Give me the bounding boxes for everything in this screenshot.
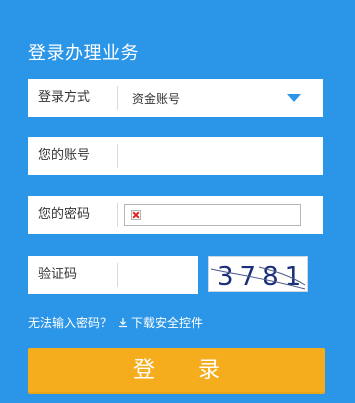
captcha-text: 3781 bbox=[217, 262, 307, 291]
page-title: 登录办理业务 bbox=[28, 43, 139, 64]
login-panel: 登录办理业务 登录方式 资金账号 您的账号 您的密码 验证码 3781 无法输入… bbox=[0, 0, 355, 403]
download-link-label: 下载安全控件 bbox=[131, 316, 204, 330]
account-label: 您的账号 bbox=[28, 144, 118, 168]
login-method-value: 资金账号 bbox=[132, 91, 181, 106]
password-label: 您的密码 bbox=[28, 203, 118, 227]
forgot-password-link[interactable]: 无法输入密码？ bbox=[28, 314, 112, 331]
password-input[interactable] bbox=[124, 204, 301, 226]
login-method-select[interactable]: 登录方式 资金账号 bbox=[28, 79, 323, 117]
login-button[interactable]: 登 录 bbox=[28, 348, 325, 394]
captcha-image[interactable]: 3781 bbox=[208, 256, 308, 292]
broken-image-icon bbox=[131, 210, 141, 220]
login-method-label: 登录方式 bbox=[28, 86, 118, 110]
password-field[interactable]: 您的密码 bbox=[28, 196, 323, 234]
helper-links: 无法输入密码？ 下载安全控件 bbox=[28, 314, 203, 331]
download-icon bbox=[119, 317, 128, 327]
account-field[interactable]: 您的账号 bbox=[28, 137, 323, 175]
download-control-link[interactable]: 下载安全控件 bbox=[118, 314, 203, 331]
captcha-field[interactable]: 验证码 bbox=[28, 256, 198, 294]
captcha-label: 验证码 bbox=[28, 263, 118, 287]
triangle-down-icon[interactable] bbox=[287, 94, 301, 102]
